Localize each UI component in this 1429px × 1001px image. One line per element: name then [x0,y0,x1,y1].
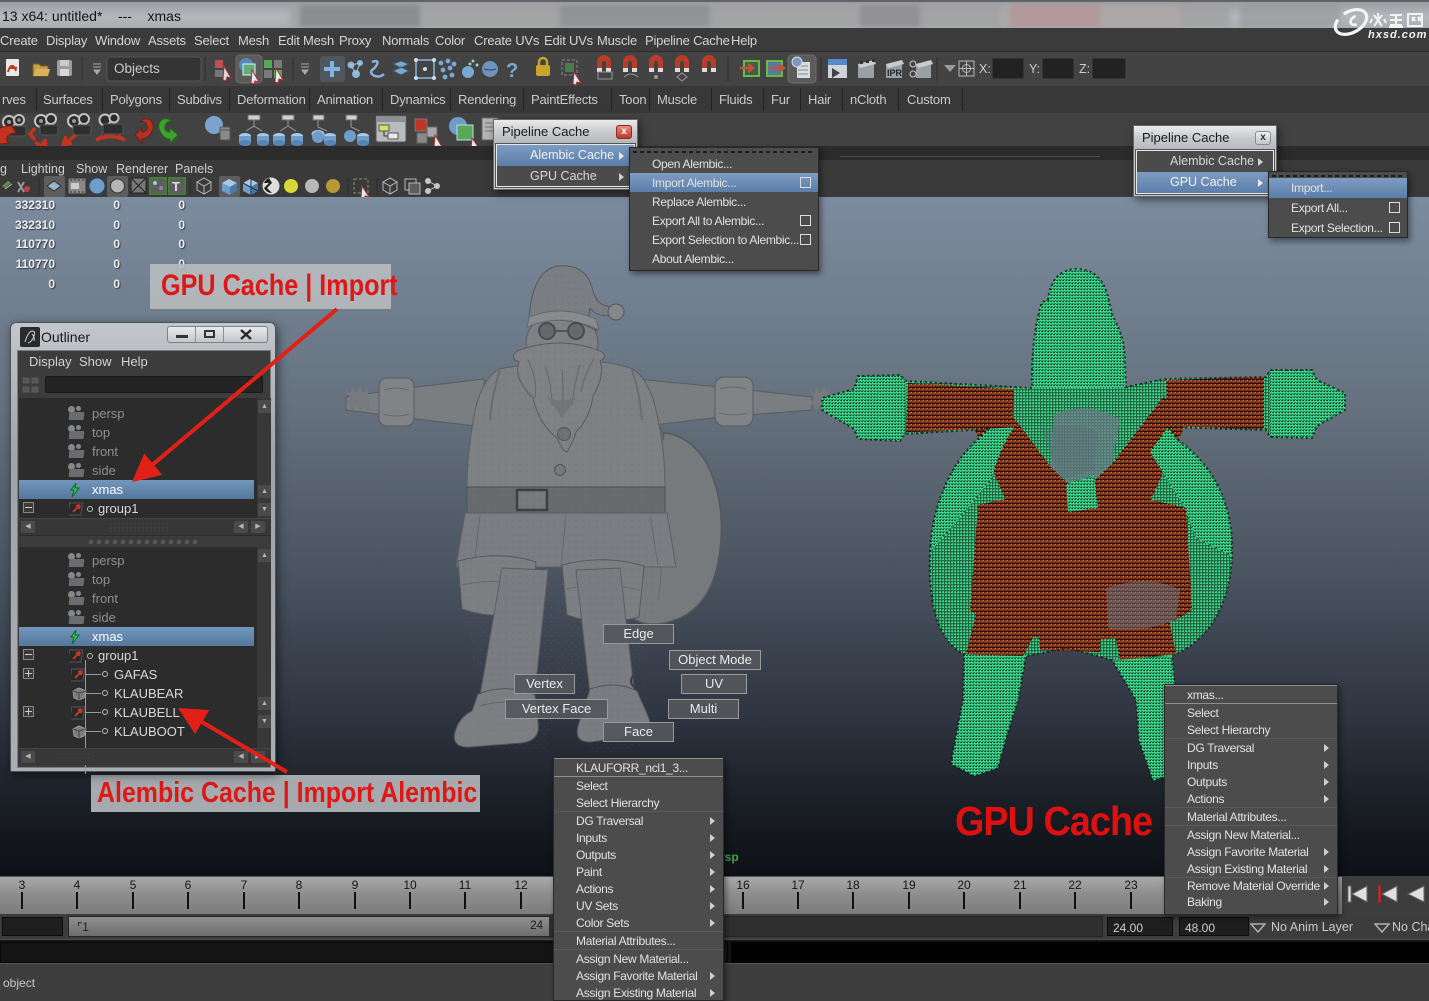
svg-text:?: ? [506,60,518,82]
svg-text:IPR: IPR [887,68,903,78]
svg-text:X:: X: [979,62,991,76]
svg-text:Objects: Objects [114,61,160,76]
svg-text:T: T [172,179,180,194]
svg-text:Z:: Z: [1079,62,1090,76]
svg-text:hxsd.com: hxsd.com [1368,29,1427,41]
svg-text:Y:: Y: [1029,62,1040,76]
